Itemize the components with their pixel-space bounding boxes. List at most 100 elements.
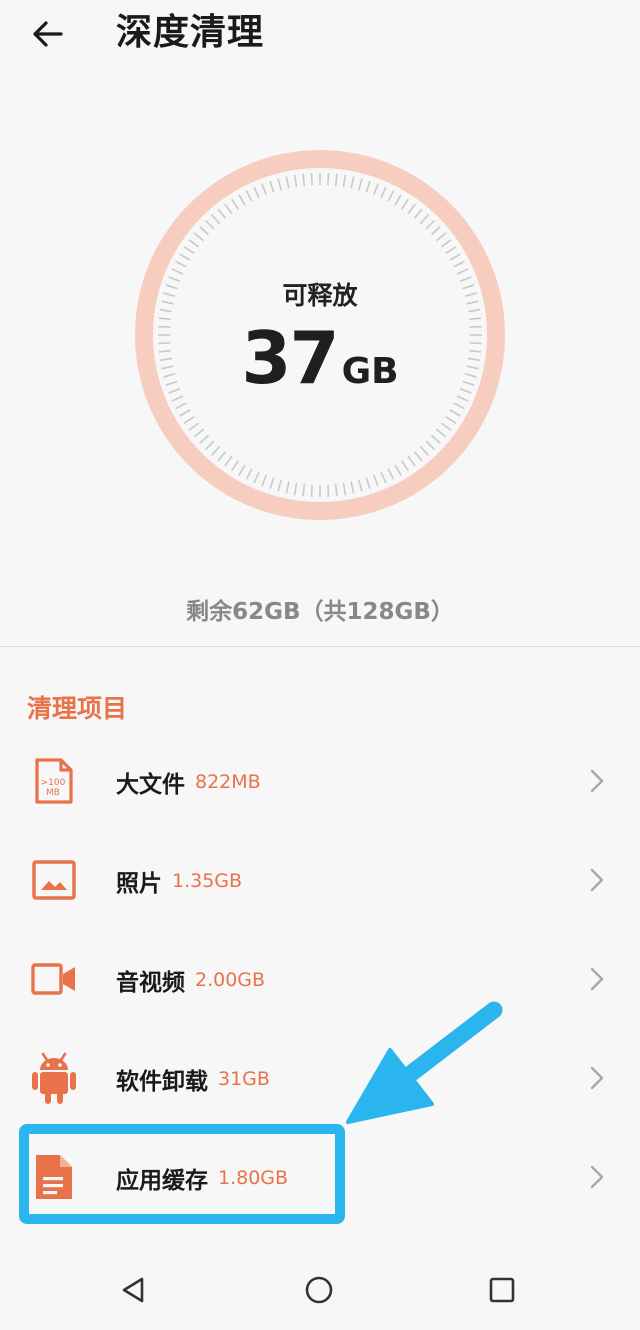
chevron-right-icon	[590, 1066, 604, 1090]
chevron-right-icon	[590, 868, 604, 892]
gauge-tick	[350, 176, 355, 189]
gauge-tick	[285, 481, 290, 494]
gauge-tick	[293, 483, 298, 496]
gauge-tick	[401, 460, 409, 472]
gauge-tick	[261, 183, 267, 196]
item-size: 822MB	[195, 770, 261, 793]
page-title: 深度清理	[116, 12, 265, 53]
gauge-tick	[211, 445, 221, 456]
gauge-tick	[193, 232, 204, 242]
section-title: 清理项目	[27, 694, 128, 723]
gauge-tick	[269, 180, 275, 193]
gauge-tick	[217, 208, 227, 219]
arrow-left-icon	[33, 21, 63, 47]
circle-home-icon	[305, 1276, 333, 1304]
gauge-tick	[334, 173, 338, 186]
gauge-tick	[430, 226, 441, 236]
item-size: 1.80GB	[218, 1166, 289, 1189]
gauge-tick	[171, 268, 184, 275]
gauge-tick	[285, 176, 290, 189]
chevron-right-icon	[590, 967, 604, 991]
gauge-tick	[445, 246, 457, 254]
gauge-tick	[224, 203, 233, 215]
gauge-tick	[453, 260, 465, 268]
gauge-tick	[365, 477, 371, 490]
list-item-large-files[interactable]: >100 MB 大文件 822MB	[0, 732, 640, 831]
gauge-tick	[407, 455, 416, 467]
gauge-tick	[245, 190, 253, 202]
gauge-tick	[413, 208, 423, 219]
item-size: 1.35GB	[172, 869, 243, 892]
gauge-tick	[217, 451, 227, 462]
list-item-app-cache[interactable]: 应用缓存 1.80GB	[0, 1128, 640, 1227]
android-icon	[30, 1052, 78, 1104]
gauge-tick	[373, 474, 379, 487]
gauge-tick	[419, 214, 429, 225]
list-item-app-uninstall[interactable]: 软件卸载 31GB	[0, 1029, 640, 1128]
gauge-tick	[175, 260, 187, 268]
document-icon	[30, 1153, 78, 1201]
gauge-tick	[449, 253, 461, 261]
gauge-tick	[193, 428, 204, 438]
item-name: 音视频	[116, 969, 185, 996]
gauge-tick	[302, 173, 306, 186]
gauge-tick	[440, 422, 452, 431]
divider	[0, 646, 640, 647]
photo-icon	[30, 856, 78, 904]
navigation-bar	[0, 1248, 640, 1330]
chevron-right-icon	[590, 1165, 604, 1189]
gauge-tick	[380, 471, 387, 484]
gauge-tick	[245, 468, 253, 480]
item-size: 2.00GB	[195, 968, 266, 991]
list-item-photos[interactable]: 照片 1.35GB	[0, 831, 640, 930]
video-icon	[30, 955, 78, 1003]
gauge-tick	[269, 477, 275, 490]
gauge-tick	[253, 186, 260, 199]
list-item-audio-video[interactable]: 音视频 2.00GB	[0, 930, 640, 1029]
cleanup-list: >100 MB 大文件 822MB 照片 1.35GB 音视频 2.00GB 软…	[0, 732, 640, 1227]
gauge-tick	[293, 174, 298, 187]
nav-home-button[interactable]	[295, 1266, 343, 1314]
large-file-icon: >100 MB	[30, 757, 78, 805]
item-size: 31GB	[218, 1067, 270, 1090]
item-name: 应用缓存	[116, 1167, 208, 1194]
gauge-tick	[327, 173, 330, 186]
gauge-tick	[350, 481, 355, 494]
gauge-tick	[179, 253, 191, 261]
gauge-tick	[358, 178, 363, 191]
gauge-tick	[204, 219, 215, 230]
gauge-label: 可释放	[282, 281, 358, 310]
triangle-back-icon	[122, 1277, 144, 1303]
gauge-tick	[401, 198, 409, 210]
gauge-tick	[413, 451, 423, 462]
gauge-tick	[358, 479, 363, 492]
gauge-tick	[436, 232, 447, 242]
gauge-tick	[342, 174, 347, 187]
gauge-tick	[188, 239, 200, 248]
item-name: 照片	[116, 870, 162, 897]
gauge-tick	[224, 455, 233, 467]
gauge-tick	[419, 445, 429, 456]
nav-back-button[interactable]	[110, 1266, 158, 1314]
gauge-tick	[238, 464, 246, 476]
gauge-tick	[310, 484, 313, 497]
gauge-number: 37	[241, 316, 339, 400]
back-button[interactable]	[24, 12, 72, 56]
gauge-tick	[387, 468, 395, 480]
gauge-tick	[334, 484, 338, 497]
gauge-tick	[238, 194, 246, 206]
gauge-tick	[425, 440, 436, 451]
nav-recents-button[interactable]	[478, 1266, 526, 1314]
large-file-icon-text-top: >100	[41, 778, 66, 788]
gauge-tick	[261, 474, 267, 487]
gauge-tick	[211, 214, 221, 225]
gauge-tick	[425, 219, 436, 230]
gauge-value: 37 GB	[133, 318, 507, 418]
gauge-tick	[199, 434, 210, 444]
header: 深度清理	[0, 0, 640, 70]
gauge-tick	[204, 440, 215, 451]
gauge-tick	[199, 226, 210, 236]
gauge-tick	[394, 464, 402, 476]
gauge-tick	[407, 203, 416, 215]
square-recents-icon	[489, 1277, 515, 1303]
